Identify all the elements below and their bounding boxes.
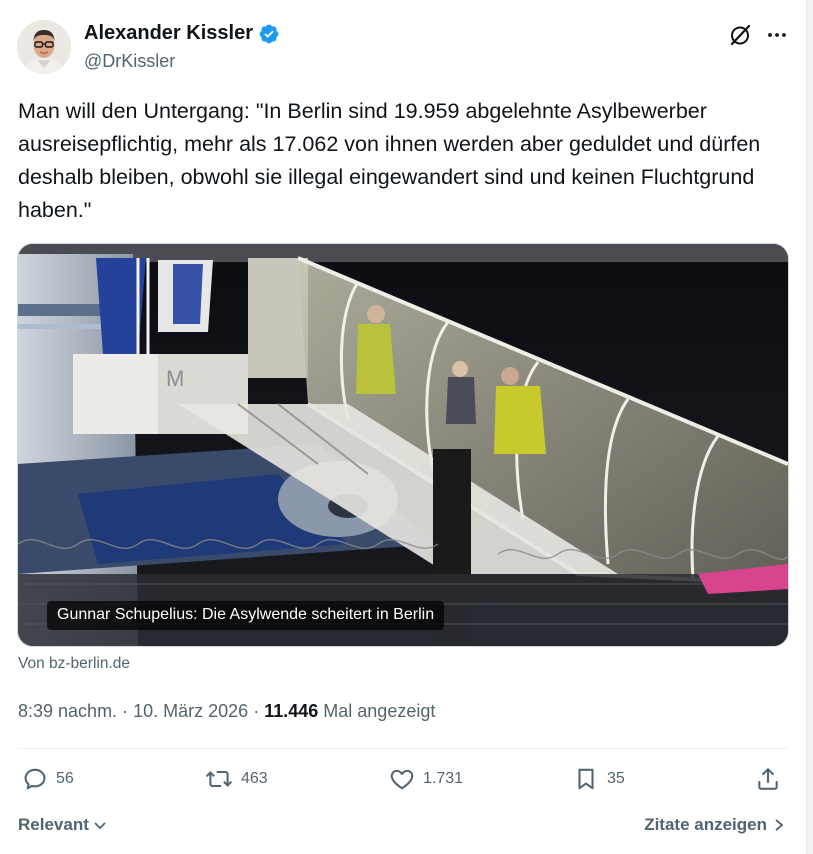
avatar-image bbox=[17, 20, 71, 74]
link-card-image[interactable]: M Gunnar Schupelius: Die Asylwende schei… bbox=[17, 243, 789, 647]
chevron-right-icon bbox=[775, 819, 784, 831]
share-button[interactable] bbox=[755, 766, 781, 792]
divider bbox=[18, 748, 789, 749]
tweet-date[interactable]: 10. März 2026 bbox=[133, 701, 248, 721]
meta-separator: · bbox=[253, 701, 260, 721]
tweet-meta: 8:39 nachm. · 10. März 2026 · 11.446 Mal… bbox=[18, 701, 435, 722]
meta-separator: · bbox=[122, 701, 129, 721]
more-icon[interactable] bbox=[764, 22, 790, 48]
author-name[interactable]: Alexander Kissler bbox=[84, 22, 253, 45]
view-quotes-link[interactable]: Zitate anzeigen bbox=[644, 815, 785, 835]
link-source[interactable]: Von bz-berlin.de bbox=[18, 655, 130, 673]
avatar[interactable] bbox=[17, 20, 71, 74]
like-button[interactable]: 1.731 bbox=[389, 766, 463, 792]
chevron-down-icon bbox=[94, 822, 106, 830]
repost-button[interactable]: 463 bbox=[205, 766, 268, 792]
grok-icon[interactable] bbox=[727, 22, 753, 48]
reply-button[interactable]: 56 bbox=[22, 766, 74, 792]
quotes-label: Zitate anzeigen bbox=[644, 815, 767, 834]
stair-logo-text: M bbox=[166, 366, 184, 391]
reply-count: 56 bbox=[56, 770, 74, 787]
tweet-time[interactable]: 8:39 nachm. bbox=[18, 701, 117, 721]
bookmark-icon bbox=[578, 768, 594, 790]
sort-label: Relevant bbox=[18, 815, 89, 834]
views-label: Mal angezeigt bbox=[323, 701, 436, 721]
share-icon bbox=[758, 768, 778, 790]
verified-badge-icon bbox=[259, 24, 279, 43]
views-count: 11.446 bbox=[264, 701, 319, 721]
airplane-stairs-photo: M bbox=[18, 244, 788, 646]
reply-icon bbox=[24, 768, 46, 790]
bookmark-button[interactable]: 35 bbox=[573, 766, 625, 792]
tweet-text: Man will den Untergang: "In Berlin sind … bbox=[18, 99, 761, 222]
heart-icon bbox=[390, 769, 414, 790]
repost-count: 463 bbox=[241, 770, 268, 787]
author-handle[interactable]: @DrKissler bbox=[84, 51, 175, 72]
author-name-row[interactable]: Alexander Kissler bbox=[84, 22, 280, 45]
link-card-title[interactable]: Gunnar Schupelius: Die Asylwende scheite… bbox=[47, 601, 445, 630]
repost-icon bbox=[205, 770, 233, 788]
like-count: 1.731 bbox=[423, 770, 464, 787]
sort-dropdown[interactable]: Relevant bbox=[18, 815, 108, 835]
bookmark-count: 35 bbox=[607, 770, 625, 787]
scrollbar[interactable] bbox=[806, 0, 813, 854]
